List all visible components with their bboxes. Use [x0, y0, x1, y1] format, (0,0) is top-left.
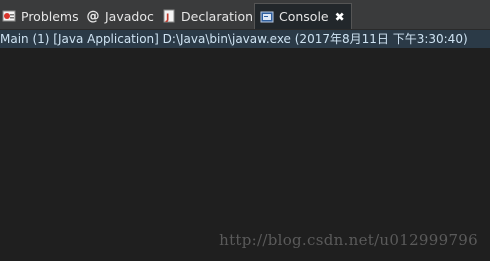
- declaration-icon: J: [162, 9, 176, 23]
- tab-console-label: Console: [279, 9, 329, 24]
- tab-declaration-label: Declaration: [181, 8, 254, 24]
- problems-icon: [2, 9, 16, 23]
- view-tab-bar: Problems @ Javadoc J Declaration Console…: [0, 0, 490, 30]
- at-icon: @: [86, 8, 100, 24]
- close-icon[interactable]: ✖: [335, 11, 345, 23]
- console-launch-info: Main (1) [Java Application] D:\Java\bin\…: [0, 30, 490, 48]
- tab-declaration[interactable]: J Declaration: [162, 4, 253, 28]
- tab-javadoc-label: Javadoc: [105, 8, 154, 24]
- tab-console[interactable]: Console ✖: [254, 3, 352, 29]
- svg-text:J: J: [165, 13, 169, 23]
- console-output-area[interactable]: [0, 48, 490, 261]
- watermark-text: http://blog.csdn.net/u012999796: [219, 231, 478, 249]
- tab-problems[interactable]: Problems: [2, 4, 79, 28]
- tab-javadoc[interactable]: @ Javadoc: [86, 4, 154, 28]
- console-icon: [260, 10, 274, 24]
- tab-problems-label: Problems: [21, 8, 79, 24]
